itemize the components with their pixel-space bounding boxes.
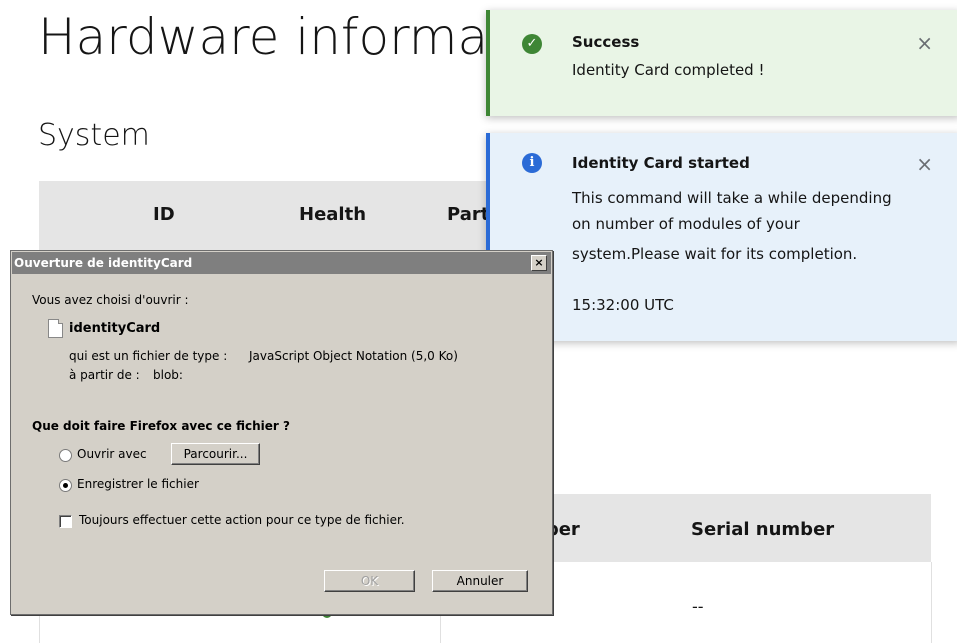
file-type-value: JavaScript Object Notation (5,0 Ko)	[249, 349, 458, 363]
file-source-label: à partir de :	[69, 368, 140, 382]
save-file-label[interactable]: Enregistrer le fichier	[77, 477, 199, 491]
column-header-part[interactable]: Part	[447, 204, 489, 225]
dialog-title: Ouverture de identityCard	[14, 256, 193, 270]
download-dialog: Ouverture de identityCard × Vous avez ch…	[10, 250, 553, 615]
close-icon[interactable]: ×	[916, 152, 933, 176]
always-label[interactable]: Toujours effectuer cette action pour ce …	[79, 513, 405, 527]
system-table-header: ID Health Part	[39, 181, 499, 251]
check-circle-icon: ✓	[522, 34, 542, 54]
dialog-titlebar[interactable]: Ouverture de identityCard ×	[12, 252, 551, 274]
file-name: identityCard	[69, 321, 161, 336]
serial-number-value: --	[692, 597, 704, 616]
toast-title: Identity Card started	[572, 154, 750, 172]
column-header-serial-number[interactable]: Serial number	[691, 519, 834, 540]
column-header-health[interactable]: Health	[299, 204, 366, 225]
close-icon[interactable]: ×	[531, 255, 547, 271]
file-type-label: qui est un fichier de type :	[69, 349, 228, 363]
browse-button[interactable]: Parcourir...	[171, 443, 260, 465]
cancel-button[interactable]: Annuler	[432, 570, 528, 592]
always-checkbox[interactable]	[59, 515, 72, 528]
save-file-radio[interactable]	[59, 479, 72, 492]
open-with-radio[interactable]	[59, 449, 72, 462]
file-icon	[48, 319, 63, 338]
section-title: System	[38, 118, 150, 153]
toast-message-line: system.Please wait for its completion.	[572, 245, 858, 263]
dialog-intro: Vous avez choisi d'ouvrir :	[32, 293, 189, 307]
toast-message-line: on number of modules of your	[572, 215, 800, 233]
info-toast: i Identity Card started This command wil…	[486, 133, 957, 341]
column-header-id[interactable]: ID	[153, 204, 175, 225]
info-circle-icon: i	[522, 153, 542, 173]
ok-button[interactable]: OK	[324, 570, 415, 592]
toast-message-line: This command will take a while depending	[572, 189, 892, 207]
page-title: Hardware informat	[38, 8, 508, 66]
dialog-question: Que doit faire Firefox avec ce fichier ?	[32, 419, 290, 433]
toast-timestamp: 15:32:00 UTC	[572, 296, 674, 314]
open-with-label[interactable]: Ouvrir avec	[77, 447, 147, 461]
file-source-value: blob:	[153, 368, 183, 382]
toast-title: Success	[572, 33, 640, 51]
toast-message: Identity Card completed !	[572, 61, 765, 79]
success-toast: ✓ Success Identity Card completed ! ×	[486, 10, 957, 116]
close-icon[interactable]: ×	[916, 31, 933, 55]
